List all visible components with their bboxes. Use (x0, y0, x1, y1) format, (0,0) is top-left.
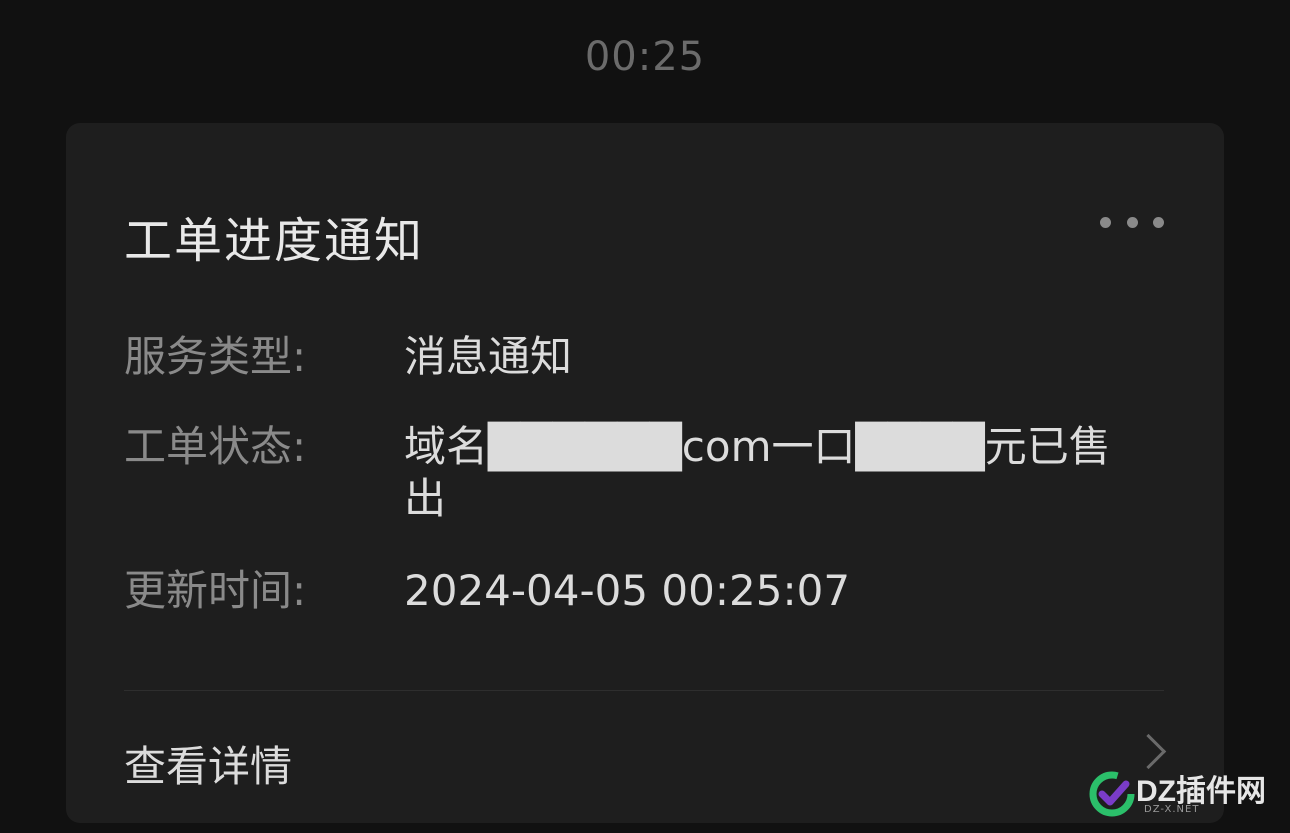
view-details-link[interactable]: 查看详情 (66, 691, 1224, 821)
more-dots-icon[interactable] (1100, 211, 1164, 233)
watermark: DZ插件网 DZ-X.NET (1088, 764, 1278, 824)
dot (1126, 216, 1138, 228)
notification-card[interactable]: 工单进度通知 服务类型: 消息通知 工单状态: 域名██████com一口███… (66, 123, 1224, 823)
chat-page: 00:25 工单进度通知 服务类型: 消息通知 工单状态: 域名██████co… (0, 0, 1290, 833)
view-details-label: 查看详情 (124, 742, 293, 791)
field-value: 2024-04-05 00:25:07 (404, 566, 851, 615)
dot (1153, 216, 1164, 228)
field-label: 更新时间: (124, 566, 307, 615)
field-label: 服务类型: (124, 332, 307, 381)
dz-logo-icon (1089, 771, 1135, 817)
card-title: 工单进度通知 (124, 213, 425, 269)
watermark-domain: DZ-X.NET (1144, 804, 1200, 815)
dot (1100, 216, 1111, 228)
field-value: 域名██████com一口████元已售出 (404, 422, 1111, 523)
message-timestamp: 00:25 (584, 34, 706, 80)
field-value: 消息通知 (404, 332, 573, 381)
field-label: 工单状态: (124, 422, 307, 471)
